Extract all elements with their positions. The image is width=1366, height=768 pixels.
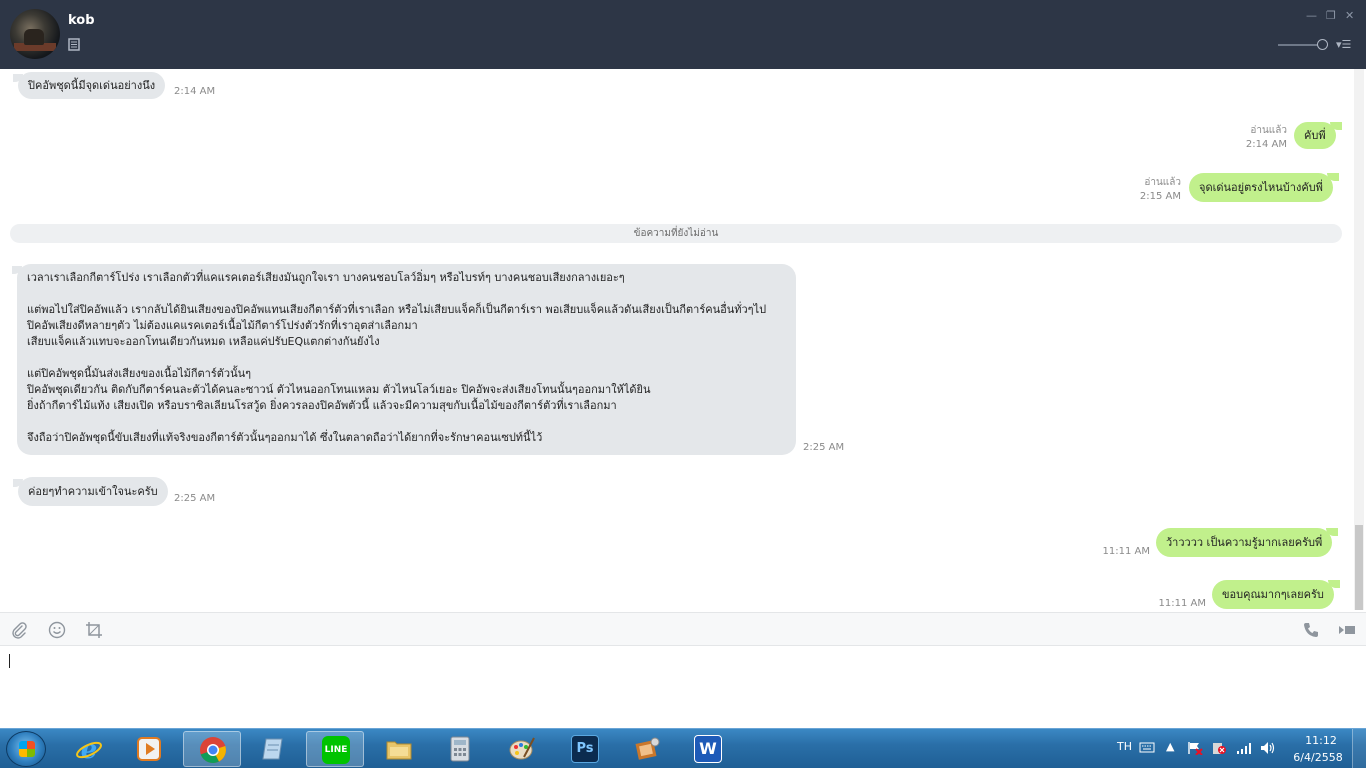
message-line: จึงถือว่าปิคอัพชุดนี้ขับเสียงที่แท้จริงข… — [27, 431, 543, 444]
taskbar-media-player[interactable] — [120, 731, 178, 767]
clock-date[interactable]: 6/4/2558 — [1290, 751, 1346, 764]
chat-scrollbar[interactable] — [1354, 69, 1364, 610]
action-center-flag-icon[interactable] — [1187, 741, 1203, 755]
minimize-button[interactable]: — — [1306, 9, 1317, 22]
phone-icon[interactable] — [1302, 621, 1320, 639]
message-input[interactable] — [0, 646, 1366, 728]
folder-icon — [386, 741, 412, 760]
message-line: แต่ปิคอัพชุดนี้มันส่งเสียงของเนื้อไม้กีต… — [27, 367, 252, 380]
contact-name[interactable]: kob — [68, 13, 95, 28]
windows-logo-icon — [19, 741, 35, 757]
message-line — [27, 286, 786, 302]
windows-taskbar: e LINE Ps W TH ▲ 11:12 6/4/2558 — [0, 728, 1366, 768]
taskbar-notepad[interactable] — [245, 731, 303, 767]
paperclip-icon[interactable] — [10, 621, 28, 639]
contact-avatar[interactable] — [10, 9, 60, 59]
taskbar-photoshop[interactable]: Ps — [556, 731, 614, 767]
taskbar-file-explorer[interactable] — [370, 731, 428, 767]
photoshop-icon: Ps — [571, 735, 599, 763]
security-alert-icon[interactable] — [1212, 741, 1226, 755]
zoom-slider-handle[interactable] — [1317, 39, 1328, 50]
video-icon[interactable] — [1338, 621, 1356, 639]
movie-maker-icon — [635, 737, 660, 760]
message-line — [27, 350, 786, 366]
network-signal-icon[interactable] — [1236, 742, 1252, 754]
taskbar-paint[interactable] — [493, 731, 551, 767]
message-sent[interactable]: คับพี่ — [1294, 122, 1342, 149]
message-time: 2:14 AM — [174, 86, 216, 97]
word-icon: W — [694, 735, 722, 763]
message-time: 2:25 AM — [174, 493, 216, 504]
taskbar-line[interactable]: LINE — [306, 731, 364, 767]
close-button[interactable]: ✕ — [1345, 9, 1354, 22]
text-caret — [9, 654, 10, 668]
message-sent[interactable]: ว้าวววว เป็นความรู้มากเลยครับพี่ — [1156, 528, 1339, 557]
taskbar-internet-explorer[interactable]: e — [60, 731, 118, 767]
paint-palette-icon — [509, 737, 535, 760]
emoji-icon[interactable] — [48, 621, 66, 639]
chrome-icon — [200, 737, 226, 764]
taskbar-word[interactable]: W — [679, 731, 737, 767]
notepad-icon — [262, 738, 283, 760]
message-line: ปิคอัพชุดเดียวกัน ติดกับกีตาร์คนละตัวได้… — [27, 383, 651, 396]
scrollbar-thumb[interactable] — [1355, 525, 1363, 610]
chat-messages[interactable]: ปิคอัพชุดนี้มีจุดเด่นอย่างนึง 2:14 AM คั… — [0, 69, 1366, 610]
internet-explorer-icon: e — [76, 735, 102, 763]
start-button[interactable] — [6, 731, 46, 767]
taskbar-movie-maker[interactable] — [618, 731, 676, 767]
message-line — [27, 414, 786, 430]
message-time: 11:11 AM — [1102, 546, 1150, 557]
show-desktop-button[interactable] — [1352, 729, 1366, 768]
taskbar-calculator[interactable] — [431, 731, 489, 767]
message-line: เสียบแจ็คแล้วแทบจะออกโทนเดียวกันหมด เหลื… — [27, 335, 380, 348]
line-icon: LINE — [322, 736, 350, 764]
menu-icon[interactable]: ▾☰ — [1336, 38, 1351, 51]
message-line: เวลาเราเลือกกีตาร์โปร่ง เราเลือกตัวที่แค… — [27, 271, 625, 284]
crop-icon[interactable] — [85, 621, 103, 639]
clock-time[interactable]: 11:12 — [1296, 734, 1346, 747]
message-toolbar — [0, 612, 1366, 646]
unread-divider: ข้อความที่ยังไม่อ่าน — [10, 224, 1342, 243]
language-indicator[interactable]: TH — [1117, 740, 1132, 753]
message-line: ยิ่งถ้ากีตาร์ไม้แท้ง เสียงเปิด หรือบราซิ… — [27, 399, 617, 412]
keyboard-icon[interactable] — [1139, 741, 1155, 753]
message-received[interactable]: ค่อยๆทำความเข้าใจนะครับ — [13, 477, 168, 506]
taskbar-chrome[interactable] — [183, 731, 241, 767]
message-sent[interactable]: ขอบคุณมากๆเลยครับ — [1212, 580, 1340, 609]
message-received-long[interactable]: เวลาเราเลือกกีตาร์โปร่ง เราเลือกตัวที่แค… — [12, 264, 796, 455]
message-time: 2:14 AM — [1245, 139, 1287, 150]
chat-header: kob — ❐ ✕ ▾☰ — [0, 0, 1366, 69]
message-time: 2:25 AM — [803, 442, 845, 453]
message-sent[interactable]: จุดเด่นอยู่ตรงไหนบ้างคับพี่ — [1189, 173, 1339, 202]
note-icon[interactable] — [68, 38, 80, 51]
volume-icon[interactable] — [1260, 741, 1276, 755]
message-time: 2:15 AM — [1139, 191, 1181, 202]
read-receipt: อ่านแล้ว — [1144, 177, 1181, 188]
message-line: แต่พอไปใส่ปิคอัพแล้ว เรากลับได้ยินเสียงข… — [27, 303, 767, 316]
read-receipt: อ่านแล้ว — [1250, 125, 1287, 136]
message-received[interactable]: ปิคอัพชุดนี้มีจุดเด่นอย่างนึง — [12, 72, 166, 99]
restore-button[interactable]: ❐ — [1326, 9, 1336, 22]
svg-text:e: e — [81, 735, 98, 763]
message-time: 11:11 AM — [1158, 598, 1206, 609]
tray-expand-icon[interactable]: ▲ — [1166, 740, 1174, 753]
calculator-icon — [450, 736, 470, 762]
message-line: ปิคอัพเสียงดีหลายๆตัว ไม่ต้องแคแรคเตอร์เ… — [27, 319, 418, 332]
media-player-icon — [137, 737, 161, 761]
